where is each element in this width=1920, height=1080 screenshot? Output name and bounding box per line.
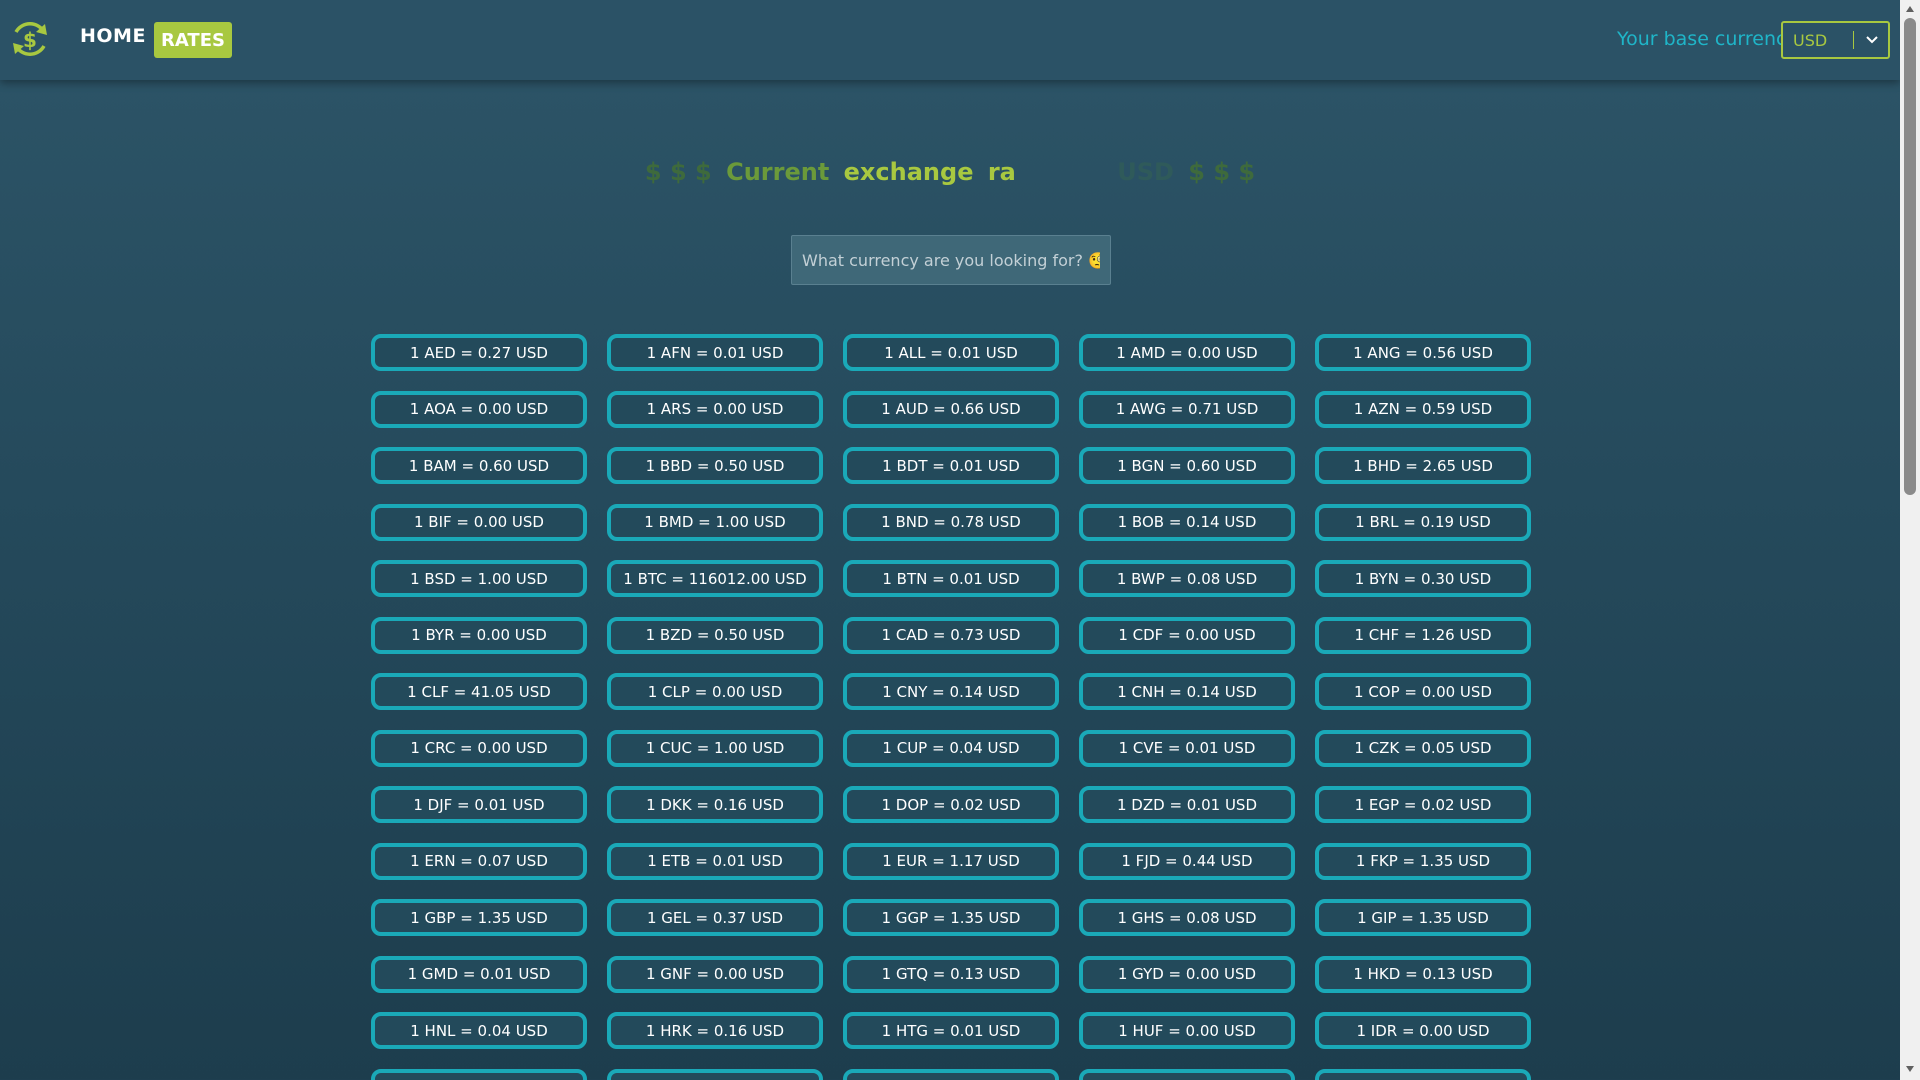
- title-prefix: $ $ $: [644, 158, 712, 186]
- rate-card[interactable]: 1 BHD = 2.65 USD: [1315, 447, 1531, 484]
- rate-card[interactable]: 1 GHS = 0.08 USD: [1079, 899, 1295, 936]
- rate-card[interactable]: 1 ERN = 0.07 USD: [371, 842, 587, 880]
- base-currency-select[interactable]: USD: [1781, 21, 1890, 59]
- rate-card[interactable]: 1 CUP = 0.04 USD: [843, 729, 1059, 767]
- rate-card[interactable]: 1 FJD = 0.44 USD: [1079, 842, 1295, 880]
- rate-card[interactable]: 1 ANG = 0.56 USD: [1315, 334, 1531, 371]
- page-title: $ $ $ Current exchange ra USD $ $ $: [0, 158, 1900, 186]
- rate-card[interactable]: 1 HRK = 0.16 USD: [607, 1012, 823, 1049]
- rate-card[interactable]: [371, 1068, 587, 1080]
- rate-card[interactable]: 1 GYD = 0.00 USD: [1079, 955, 1295, 993]
- scroll-down-arrow-icon[interactable]: [1905, 1064, 1915, 1074]
- rate-card[interactable]: 1 HTG = 0.01 USD: [843, 1012, 1059, 1049]
- rate-card[interactable]: 1 CAD = 0.73 USD: [843, 616, 1059, 654]
- rate-card[interactable]: [1079, 1068, 1295, 1080]
- rate-card[interactable]: 1 EUR = 1.17 USD: [843, 842, 1059, 880]
- rate-card[interactable]: [1315, 1068, 1531, 1080]
- rate-card[interactable]: 1 IDR = 0.00 USD: [1315, 1012, 1531, 1049]
- scroll-up-arrow-icon[interactable]: [1905, 4, 1915, 14]
- rate-card[interactable]: 1 CNY = 0.14 USD: [843, 673, 1059, 710]
- chevron-down-icon: [1866, 36, 1878, 44]
- rate-card[interactable]: 1 CHF = 1.26 USD: [1315, 616, 1531, 654]
- rate-card[interactable]: 1 CZK = 0.05 USD: [1315, 729, 1531, 767]
- rate-card[interactable]: 1 BIF = 0.00 USD: [371, 503, 587, 541]
- rate-card[interactable]: 1 EGP = 0.02 USD: [1315, 786, 1531, 823]
- base-currency-label: Your base currency:: [1617, 28, 1803, 50]
- rate-card[interactable]: 1 CUC = 1.00 USD: [607, 729, 823, 767]
- rate-card[interactable]: 1 BMD = 1.00 USD: [607, 503, 823, 541]
- rate-card[interactable]: [843, 1068, 1059, 1080]
- rate-card[interactable]: 1 BBD = 0.50 USD: [607, 447, 823, 484]
- rate-card[interactable]: 1 ALL = 0.01 USD: [843, 334, 1059, 371]
- rates-grid: 1 AED = 0.27 USD 1 AFN = 0.01 USD 1 ALL = …: [371, 334, 1531, 1080]
- title-currency: USD: [1117, 158, 1174, 186]
- rate-card[interactable]: 1 GBP = 1.35 USD: [371, 899, 587, 936]
- rate-card[interactable]: 1 DZD = 0.01 USD: [1079, 786, 1295, 823]
- rate-card[interactable]: 1 GTQ = 0.13 USD: [843, 955, 1059, 993]
- rate-card[interactable]: 1 BTN = 0.01 USD: [843, 560, 1059, 597]
- base-currency-value: USD: [1793, 31, 1828, 50]
- rate-card[interactable]: 1 CLF = 41.05 USD: [371, 673, 587, 710]
- title-suffix: $ $ $: [1188, 158, 1256, 186]
- rate-card[interactable]: 1 CNH = 0.14 USD: [1079, 673, 1295, 710]
- rate-card[interactable]: 1 CVE = 0.01 USD: [1079, 729, 1295, 767]
- rate-card[interactable]: 1 DKK = 0.16 USD: [607, 786, 823, 823]
- vertical-scrollbar[interactable]: [1900, 0, 1920, 1080]
- rate-card[interactable]: 1 BRL = 0.19 USD: [1315, 503, 1531, 541]
- rate-card[interactable]: 1 BOB = 0.14 USD: [1079, 503, 1295, 541]
- rate-card[interactable]: 1 AZN = 0.59 USD: [1315, 390, 1531, 428]
- rate-card[interactable]: 1 ARS = 0.00 USD: [607, 390, 823, 428]
- svg-text:$: $: [23, 28, 37, 52]
- rate-card[interactable]: 1 AMD = 0.00 USD: [1079, 334, 1295, 371]
- rate-card[interactable]: [607, 1068, 823, 1080]
- rate-card[interactable]: 1 AUD = 0.66 USD: [843, 390, 1059, 428]
- nav-rates-link[interactable]: RATES: [154, 22, 232, 58]
- rate-card[interactable]: 1 AOA = 0.00 USD: [371, 390, 587, 428]
- rate-card[interactable]: 1 GGP = 1.35 USD: [843, 899, 1059, 936]
- rate-card[interactable]: 1 BAM = 0.60 USD: [371, 447, 587, 484]
- title-word-rates: ra: [987, 158, 1016, 186]
- rate-card[interactable]: 1 BYR = 0.00 USD: [371, 616, 587, 654]
- rate-card[interactable]: 1 BDT = 0.01 USD: [843, 447, 1059, 484]
- rate-card[interactable]: 1 BSD = 1.00 USD: [371, 560, 587, 597]
- rate-card[interactable]: 1 BTC = 116012.00 USD: [607, 560, 823, 597]
- rate-card[interactable]: 1 GEL = 0.37 USD: [607, 899, 823, 936]
- rate-card[interactable]: 1 CLP = 0.00 USD: [607, 673, 823, 710]
- scrollbar-thumb[interactable]: [1904, 18, 1916, 495]
- rate-card[interactable]: 1 BGN = 0.60 USD: [1079, 447, 1295, 484]
- nav-home-link[interactable]: HOME: [80, 25, 146, 47]
- top-navbar: $ HOME RATES Your base currency: USD: [0, 0, 1900, 80]
- rate-card[interactable]: 1 HUF = 0.00 USD: [1079, 1012, 1295, 1049]
- rate-card[interactable]: 1 ETB = 0.01 USD: [607, 842, 823, 880]
- rate-card[interactable]: 1 DOP = 0.02 USD: [843, 786, 1059, 823]
- currency-exchange-logo-icon[interactable]: $: [9, 18, 51, 60]
- rate-card[interactable]: 1 GMD = 0.01 USD: [371, 955, 587, 993]
- title-word-exchange: exchange: [843, 158, 974, 186]
- rate-card[interactable]: 1 AFN = 0.01 USD: [607, 334, 823, 371]
- rate-card[interactable]: 1 BND = 0.78 USD: [843, 503, 1059, 541]
- select-separator: [1853, 31, 1854, 49]
- rate-card[interactable]: 1 CDF = 0.00 USD: [1079, 616, 1295, 654]
- rate-card[interactable]: 1 HKD = 0.13 USD: [1315, 955, 1531, 993]
- rate-card[interactable]: 1 COP = 0.00 USD: [1315, 673, 1531, 710]
- title-word-current: Current: [726, 158, 830, 186]
- rate-card[interactable]: 1 BWP = 0.08 USD: [1079, 560, 1295, 597]
- rate-card[interactable]: 1 GNF = 0.00 USD: [607, 955, 823, 993]
- rate-card[interactable]: 1 DJF = 0.01 USD: [371, 786, 587, 823]
- rate-card[interactable]: 1 FKP = 1.35 USD: [1315, 842, 1531, 880]
- rate-card[interactable]: 1 BZD = 0.50 USD: [607, 616, 823, 654]
- rate-card[interactable]: 1 HNL = 0.04 USD: [371, 1012, 587, 1049]
- rate-card[interactable]: 1 CRC = 0.00 USD: [371, 729, 587, 767]
- currency-search-input[interactable]: [791, 235, 1111, 285]
- rate-card[interactable]: 1 AED = 0.27 USD: [371, 334, 587, 371]
- rate-card[interactable]: 1 AWG = 0.71 USD: [1079, 390, 1295, 428]
- rate-card[interactable]: 1 GIP = 1.35 USD: [1315, 899, 1531, 936]
- rate-card[interactable]: 1 BYN = 0.30 USD: [1315, 560, 1531, 597]
